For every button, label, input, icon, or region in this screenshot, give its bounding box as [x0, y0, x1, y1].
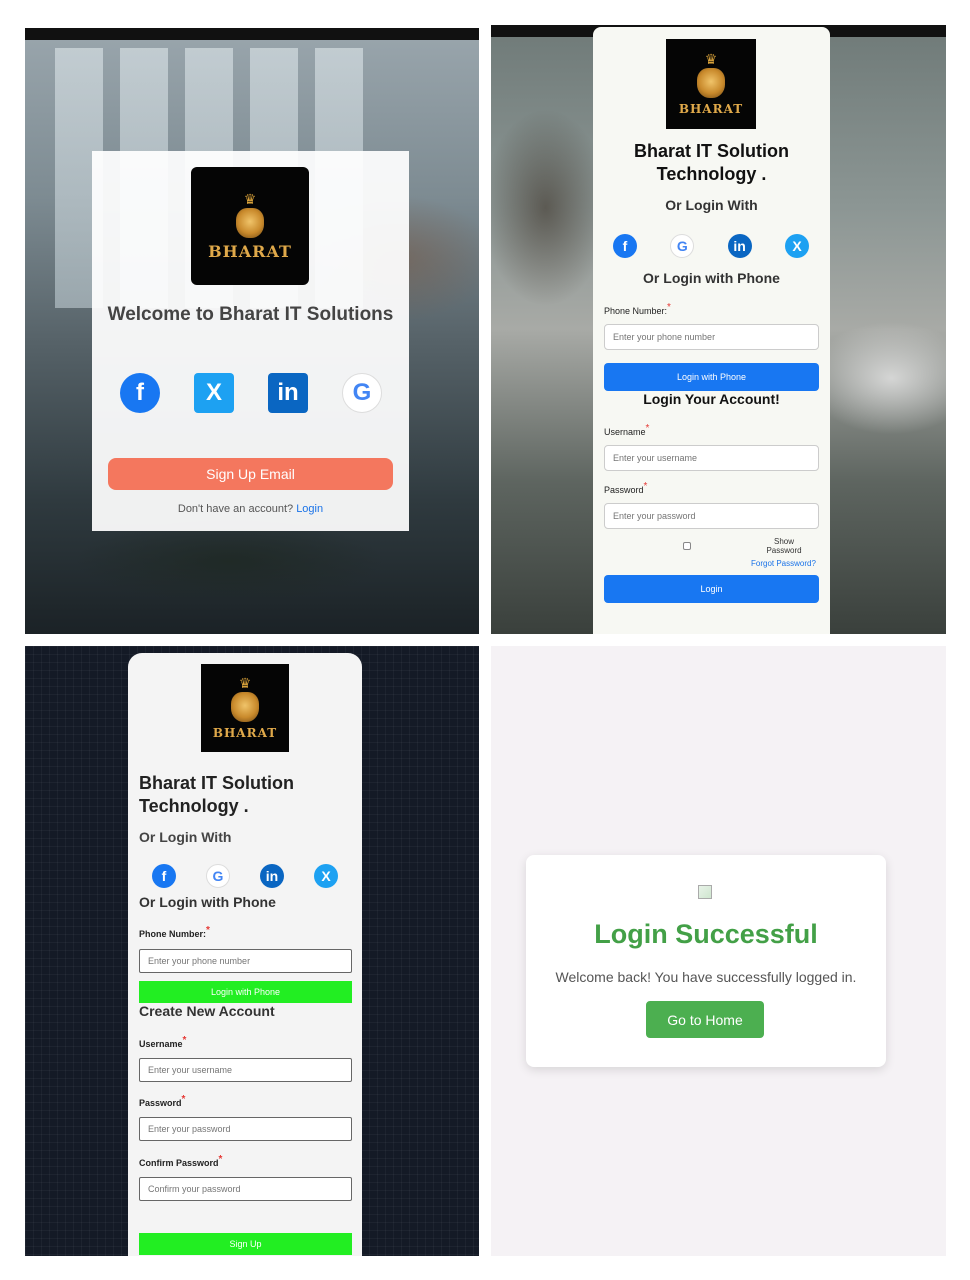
username-label: Username* — [604, 423, 649, 437]
bharat-logo: ♛ BHARAT — [191, 167, 309, 285]
linkedin-icon[interactable]: in — [260, 864, 284, 888]
password-label: Password* — [139, 1094, 185, 1108]
password-input[interactable] — [139, 1117, 352, 1141]
success-message: Welcome back! You have successfully logg… — [555, 969, 857, 985]
facebook-icon[interactable]: f — [120, 373, 160, 413]
twitter-x-icon[interactable]: X — [784, 234, 809, 258]
welcome-title: Welcome to Bharat IT Solutions — [107, 304, 394, 325]
login-with-phone-button[interactable]: Login with Phone — [139, 981, 352, 1003]
bharat-logo: ♛ BHARAT — [201, 664, 289, 752]
title-line-2: Technology . — [656, 164, 767, 184]
panel-success: Login Successful Welcome back! You have … — [491, 646, 946, 1256]
crown-icon: ♛ — [243, 190, 257, 207]
or-login-with: Or Login With — [139, 829, 232, 845]
lion-icon — [697, 68, 725, 98]
google-icon[interactable]: G — [342, 373, 382, 413]
forgot-password-link[interactable]: Forgot Password? — [751, 559, 816, 568]
lion-icon — [236, 207, 264, 238]
login-link[interactable]: Login — [296, 503, 323, 515]
social-login-row: f X in G — [120, 373, 382, 413]
sign-up-email-button[interactable]: Sign Up Email — [108, 458, 393, 490]
password-label-text: Password — [139, 1098, 182, 1108]
confirm-password-input[interactable] — [139, 1177, 352, 1201]
login-card: ♛ BHARAT Bharat IT Solution Technology .… — [593, 27, 830, 634]
password-label-text: Password — [604, 485, 644, 495]
username-label-text: Username — [139, 1039, 183, 1049]
no-account-text: Don't have an account? — [177, 503, 294, 515]
required-mark: * — [218, 1154, 223, 1165]
facebook-icon[interactable]: f — [613, 234, 637, 258]
phone-label: Phone Number:* — [604, 302, 671, 316]
required-mark: * — [206, 925, 210, 936]
logo-brand-text: BHARAT — [208, 241, 292, 261]
login-with-phone-button[interactable]: Login with Phone — [604, 363, 819, 391]
sign-up-button[interactable]: Sign Up — [139, 1233, 352, 1255]
show-password-label: Show Password — [766, 537, 802, 555]
account-footer: Don't have an account? Login — [92, 503, 409, 515]
social-login-row: f G in X — [152, 864, 338, 888]
phone-label: Phone Number:* — [139, 925, 210, 939]
broken-image-icon — [698, 885, 712, 899]
top-bar — [25, 28, 479, 40]
lion-icon — [231, 692, 259, 722]
username-label: Username* — [139, 1035, 186, 1049]
or-login-phone: Or Login with Phone — [139, 894, 276, 910]
login-button[interactable]: Login — [604, 575, 819, 603]
password-label: Password* — [604, 481, 647, 495]
google-icon[interactable]: G — [206, 864, 230, 888]
required-mark: * — [667, 302, 671, 313]
confirm-password-label-text: Confirm Password — [139, 1158, 219, 1168]
or-login-phone: Or Login with Phone — [643, 270, 780, 286]
go-to-home-button[interactable]: Go to Home — [646, 1001, 764, 1038]
panel-welcome: ♛ BHARAT Welcome to Bharat IT Solutions … — [25, 28, 479, 634]
facebook-icon[interactable]: f — [152, 864, 176, 888]
linkedin-icon[interactable]: in — [268, 373, 308, 413]
username-input[interactable] — [139, 1058, 352, 1082]
panel-signup: ♛ BHARAT Bharat IT Solution Technology .… — [25, 646, 479, 1256]
phone-label-text: Phone Number: — [604, 306, 668, 316]
logo-brand-text: BHARAT — [678, 102, 744, 116]
linkedin-icon[interactable]: in — [727, 234, 752, 258]
crown-icon: ♛ — [704, 51, 718, 67]
required-mark: * — [182, 1035, 187, 1046]
password-input[interactable] — [604, 503, 819, 529]
title-line-1: Bharat IT Solution — [139, 773, 294, 793]
title-line-1: Bharat IT Solution — [634, 141, 789, 161]
success-card: Login Successful Welcome back! You have … — [526, 855, 886, 1067]
username-label-text: Username — [604, 427, 646, 437]
social-login-row: f G in X — [613, 234, 809, 258]
create-account-heading: Create New Account — [139, 1003, 275, 1019]
phone-input[interactable] — [604, 324, 819, 350]
username-input[interactable] — [604, 445, 819, 471]
login-heading: Login Your Account! — [643, 391, 780, 407]
phone-input[interactable] — [139, 949, 352, 973]
welcome-card: ♛ BHARAT Welcome to Bharat IT Solutions … — [92, 151, 409, 531]
bharat-logo: ♛ BHARAT — [666, 39, 756, 129]
required-mark: * — [645, 423, 650, 434]
google-icon[interactable]: G — [670, 234, 695, 258]
crown-icon: ♛ — [238, 675, 252, 691]
twitter-x-icon[interactable]: X — [194, 373, 234, 413]
success-title: Login Successful — [594, 919, 818, 949]
or-login-with: Or Login With — [665, 197, 758, 213]
panel-login: ♛ BHARAT Bharat IT Solution Technology .… — [491, 25, 946, 634]
title-line-2: Technology . — [139, 796, 249, 816]
logo-brand-text: BHARAT — [212, 726, 278, 740]
signup-card: ♛ BHARAT Bharat IT Solution Technology .… — [128, 653, 362, 1256]
required-mark: * — [181, 1094, 186, 1105]
phone-label-text: Phone Number: — [139, 929, 207, 939]
confirm-password-label: Confirm Password* — [139, 1154, 222, 1168]
show-password-checkbox[interactable] — [683, 542, 691, 550]
twitter-x-icon[interactable]: X — [314, 864, 338, 888]
required-mark: * — [643, 481, 648, 492]
